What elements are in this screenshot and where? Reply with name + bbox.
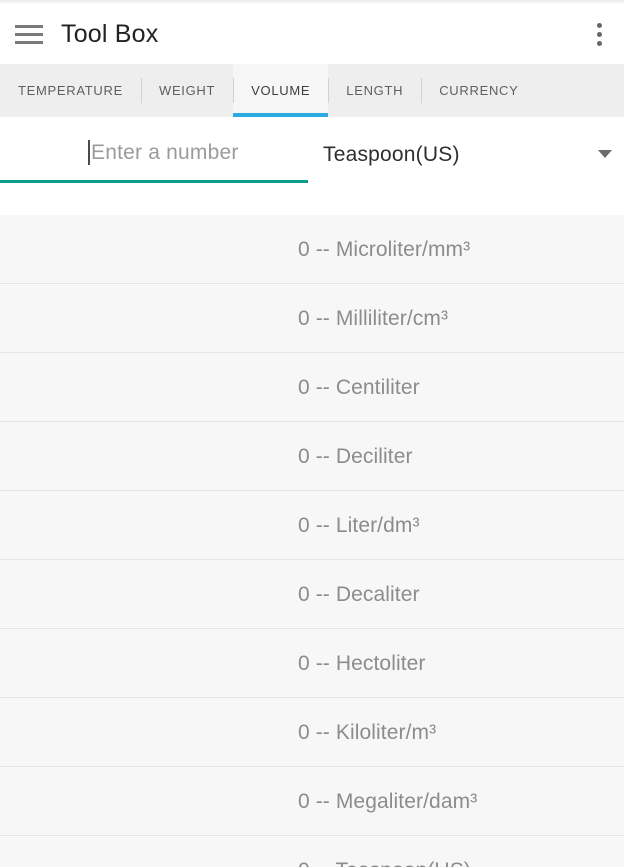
tab-label: CURRENCY — [439, 83, 519, 98]
list-item[interactable]: 0 -- Milliliter/cm³ — [0, 284, 624, 353]
tab-label: TEMPERATURE — [18, 83, 123, 98]
list-item[interactable]: 0 -- Liter/dm³ — [0, 491, 624, 560]
tab-currency[interactable]: CURRENCY — [421, 64, 536, 117]
tab-bar: TEMPERATURE WEIGHT VOLUME LENGTH CURRENC… — [0, 64, 624, 117]
unit-dropdown-value: Teaspoon(US) — [323, 142, 460, 166]
list-item[interactable]: 0 -- Megaliter/dam³ — [0, 767, 624, 836]
number-input[interactable]: Enter a number — [0, 125, 308, 183]
list-item-label: 0 -- Hectoliter — [298, 651, 426, 675]
tab-label: VOLUME — [251, 83, 311, 98]
tab-bar-filler — [537, 64, 624, 117]
list-item[interactable]: 0 -- Microliter/mm³ — [0, 215, 624, 284]
page-title: Tool Box — [61, 20, 159, 48]
overflow-dot — [596, 23, 602, 28]
unit-dropdown[interactable]: Teaspoon(US) — [308, 125, 624, 183]
hamburger-menu-icon[interactable] — [15, 23, 45, 47]
overflow-dot — [596, 41, 602, 46]
conversion-input-row: Enter a number Teaspoon(US) — [0, 117, 624, 215]
tab-separator — [421, 78, 423, 103]
app-root: Tool Box TEMPERATURE WEIGHT VOLUME LENGT… — [0, 0, 624, 867]
tab-length[interactable]: LENGTH — [328, 64, 421, 117]
tab-volume[interactable]: VOLUME — [233, 64, 329, 117]
list-item[interactable]: 0 -- Decaliter — [0, 560, 624, 629]
more-vertical-icon[interactable] — [586, 20, 612, 50]
hamburger-bar — [15, 33, 43, 36]
tab-temperature[interactable]: TEMPERATURE — [0, 64, 141, 117]
list-item-label: 0 -- Microliter/mm³ — [298, 237, 471, 261]
tab-separator — [328, 78, 330, 103]
tab-separator — [233, 78, 235, 103]
list-item-label: 0 -- Milliliter/cm³ — [298, 306, 449, 330]
list-item[interactable]: 0 -- Hectoliter — [0, 629, 624, 698]
tab-separator — [140, 78, 142, 103]
tab-weight[interactable]: WEIGHT — [140, 64, 233, 117]
list-item[interactable]: 0 -- Centiliter — [0, 353, 624, 422]
conversion-results-list[interactable]: 0 -- Microliter/mm³ 0 -- Milliliter/cm³ … — [0, 215, 624, 867]
tab-label: LENGTH — [346, 83, 404, 98]
list-item[interactable]: 0 -- Teaspoon(US) — [0, 836, 624, 867]
list-item-label: 0 -- Megaliter/dam³ — [298, 789, 478, 813]
number-input-placeholder: Enter a number — [91, 141, 239, 164]
hamburger-bar — [15, 25, 43, 28]
list-item-label: 0 -- Decaliter — [298, 582, 420, 606]
app-bar: Tool Box — [0, 5, 624, 64]
list-item[interactable]: 0 -- Kiloliter/m³ — [0, 698, 624, 767]
list-item-label: 0 -- Centiliter — [298, 375, 420, 399]
tab-label: WEIGHT — [158, 83, 216, 98]
list-item-label: 0 -- Kiloliter/m³ — [298, 720, 437, 744]
overflow-dot — [596, 32, 602, 37]
list-item-label: 0 -- Deciliter — [298, 444, 413, 468]
list-item[interactable]: 0 -- Deciliter — [0, 422, 624, 491]
text-caret — [88, 140, 90, 165]
chevron-down-icon[interactable] — [598, 150, 612, 158]
hamburger-bar — [15, 41, 43, 44]
list-item-label: 0 -- Liter/dm³ — [298, 513, 420, 537]
list-item-label: 0 -- Teaspoon(US) — [298, 860, 471, 867]
